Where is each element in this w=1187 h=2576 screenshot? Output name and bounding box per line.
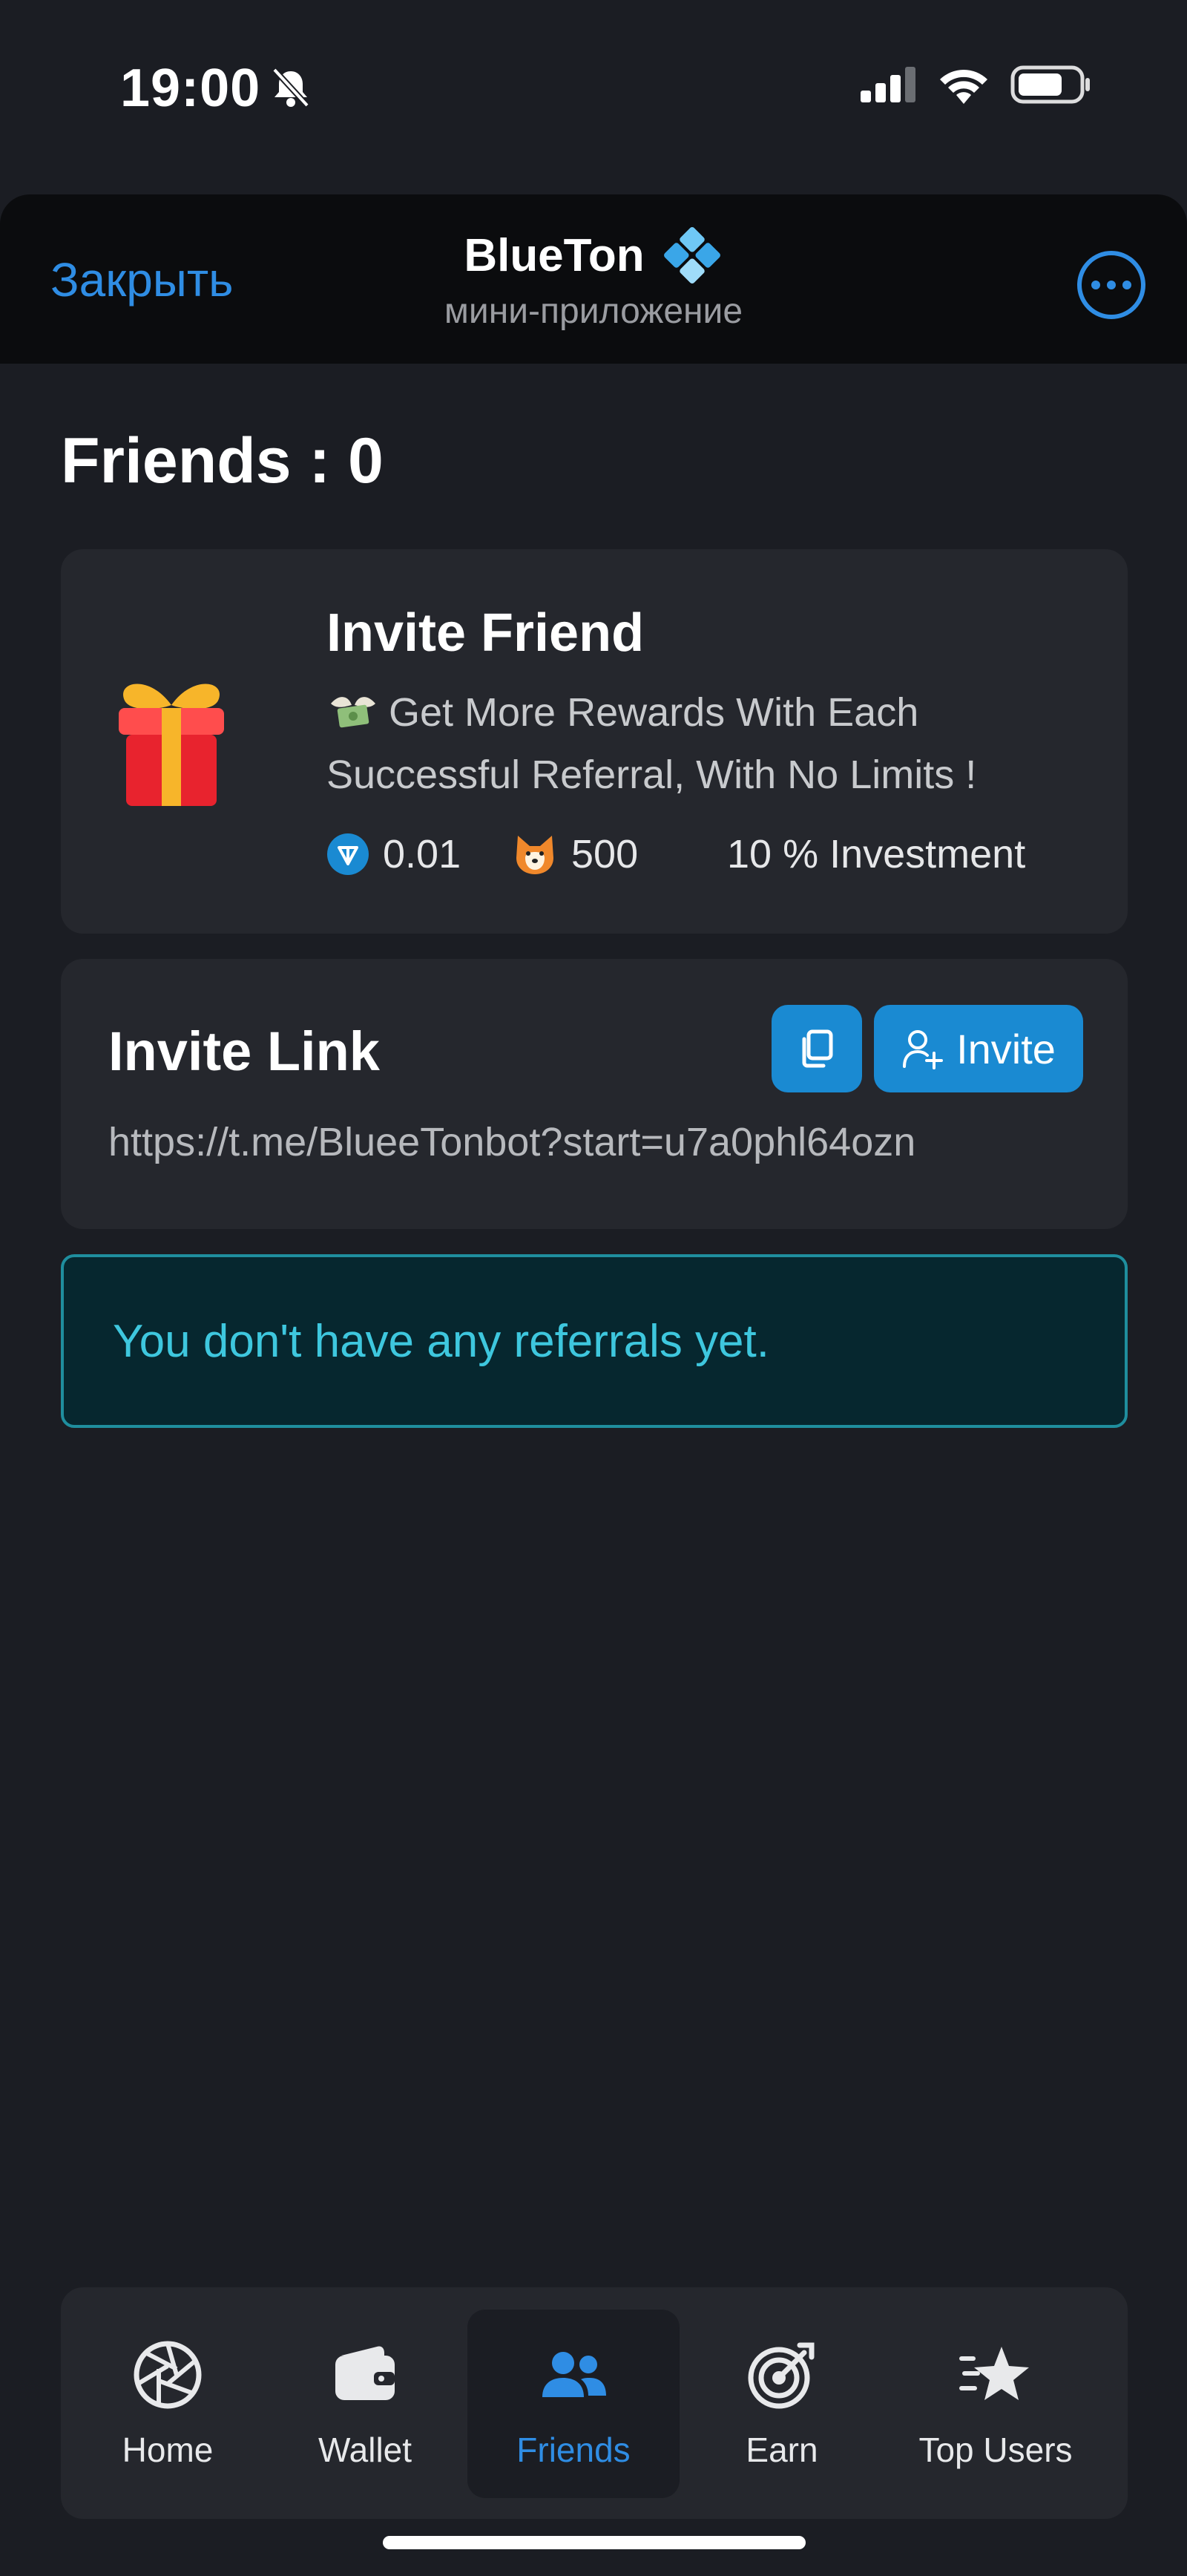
ton-coin-icon [327, 833, 369, 875]
reward-ton-value: 0.01 [383, 832, 461, 876]
reward-ton: 0.01 [326, 831, 512, 877]
user-plus-icon [903, 1030, 944, 1069]
reward-investment-value: 10 % Investment [727, 832, 1026, 876]
more-dot-icon [1122, 281, 1131, 289]
copy-link-button[interactable] [772, 1005, 862, 1092]
star-icon [959, 2347, 1029, 2400]
nav-top-users[interactable]: Top Users [884, 2310, 1107, 2498]
referrals-notice-text: You don't have any referrals yet. [113, 1315, 769, 1367]
bell-off-icon [272, 68, 309, 108]
invite-friend-description-text: Get More Rewards With Each Successful Re… [326, 690, 977, 797]
money-wings-icon [331, 697, 375, 728]
header-title-block: BlueTon мини-приложение [0, 224, 1187, 332]
invite-friend-card: Invite Friend Get More Rewards With Each… [61, 549, 1128, 934]
more-dot-icon [1107, 281, 1116, 289]
nav-home[interactable]: Home [86, 2310, 249, 2498]
reward-shib-value: 500 [571, 832, 639, 876]
nav-home-label: Home [122, 2431, 214, 2469]
reward-investment: 10 % Investment [727, 831, 1025, 877]
mini-app-header: Закрыть BlueTon мини-приложение [0, 194, 1187, 364]
nav-earn[interactable]: Earn [700, 2310, 864, 2498]
nav-friends-label: Friends [516, 2431, 631, 2469]
reward-row: 0.01 500 10 % Investment [326, 831, 1098, 877]
app-root: 19:00 Закрыть BlueTon мини-приложение Fr… [0, 0, 1187, 2576]
blue-diamond-icon [663, 227, 720, 284]
status-time: 19:00 [120, 59, 261, 118]
home-indicator[interactable] [383, 2536, 806, 2549]
invite-link-title: Invite Link [108, 1020, 380, 1082]
battery-icon [1010, 65, 1090, 104]
wallet-icon [335, 2346, 395, 2400]
aperture-icon [134, 2341, 202, 2409]
copy-icon [802, 1029, 833, 1068]
reward-shib: 500 [512, 831, 727, 877]
app-title: BlueTon [464, 229, 645, 281]
more-options-button[interactable] [1077, 251, 1145, 319]
invite-button-label: Invite [956, 1025, 1056, 1072]
status-indicators [861, 65, 1092, 104]
users-icon [542, 2352, 606, 2397]
friends-count-heading: Friends : 0 [61, 425, 384, 496]
nav-top-users-label: Top Users [918, 2431, 1073, 2469]
more-dot-icon [1091, 281, 1100, 289]
invite-button[interactable]: Invite [874, 1005, 1083, 1092]
referrals-notice: You don't have any referrals yet. [61, 1254, 1128, 1428]
nav-wallet[interactable]: Wallet [283, 2310, 447, 2498]
nav-wallet-label: Wallet [318, 2431, 412, 2469]
invite-friend-title: Invite Friend [326, 603, 645, 663]
invite-link-card: Invite Link Invite https://t.me/BlueeTon… [61, 959, 1128, 1229]
shiba-coin-icon [516, 836, 553, 874]
invite-friend-description: Get More Rewards With Each Successful Re… [326, 681, 1113, 806]
app-subtitle: мини-приложение [444, 292, 743, 331]
bottom-nav: Home Wallet Friends Earn Top Users [61, 2287, 1128, 2519]
invite-link-url[interactable]: https://t.me/BlueeTonbot?start=u7a0phl64… [108, 1119, 915, 1165]
wifi-icon [940, 70, 987, 104]
gift-icon [119, 684, 224, 806]
status-bar: 19:00 [0, 0, 1187, 178]
nav-earn-label: Earn [746, 2431, 818, 2469]
target-icon [748, 2342, 815, 2409]
nav-friends[interactable]: Friends [467, 2310, 680, 2498]
signal-icon [861, 67, 915, 102]
